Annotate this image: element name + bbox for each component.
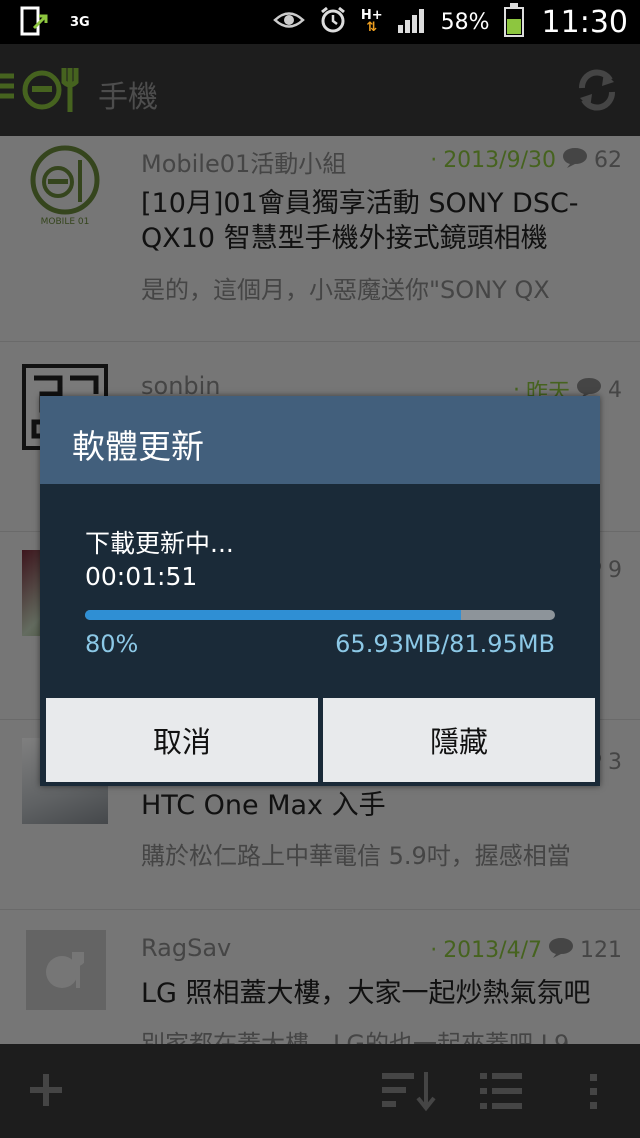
alarm-icon (319, 6, 347, 38)
dialog-header: 軟體更新 (40, 396, 600, 484)
progress-fill (85, 610, 461, 620)
download-size: 65.93MB/81.95MB (335, 630, 555, 658)
eye-icon (273, 9, 305, 35)
status-bar: 3G H+ ⇅ 58% 11:30 (0, 0, 640, 44)
dialog-title: 軟體更新 (72, 427, 204, 466)
software-update-dialog: 軟體更新 下載更新中... 00:01:51 80% 65.93MB/81.95… (40, 396, 600, 786)
hide-button[interactable]: 隱藏 (323, 698, 595, 782)
cancel-button[interactable]: 取消 (46, 698, 318, 782)
network-type: 3G (70, 15, 90, 30)
battery-icon (503, 3, 524, 37)
clock: 11:30 (541, 4, 628, 40)
signal-icon (397, 7, 427, 37)
network-3g-icon: 3G (70, 15, 90, 30)
dialog-buttons: 取消 隱藏 (40, 694, 600, 786)
download-status: 下載更新中... (85, 529, 234, 558)
elapsed-time: 00:01:51 (85, 562, 198, 591)
download-progress-bar (85, 610, 555, 620)
hplus-icon: H+ ⇅ (360, 8, 383, 35)
progress-percent: 80% (85, 630, 139, 658)
download-notification-icon (20, 6, 48, 40)
battery-percent: 58% (440, 9, 490, 35)
